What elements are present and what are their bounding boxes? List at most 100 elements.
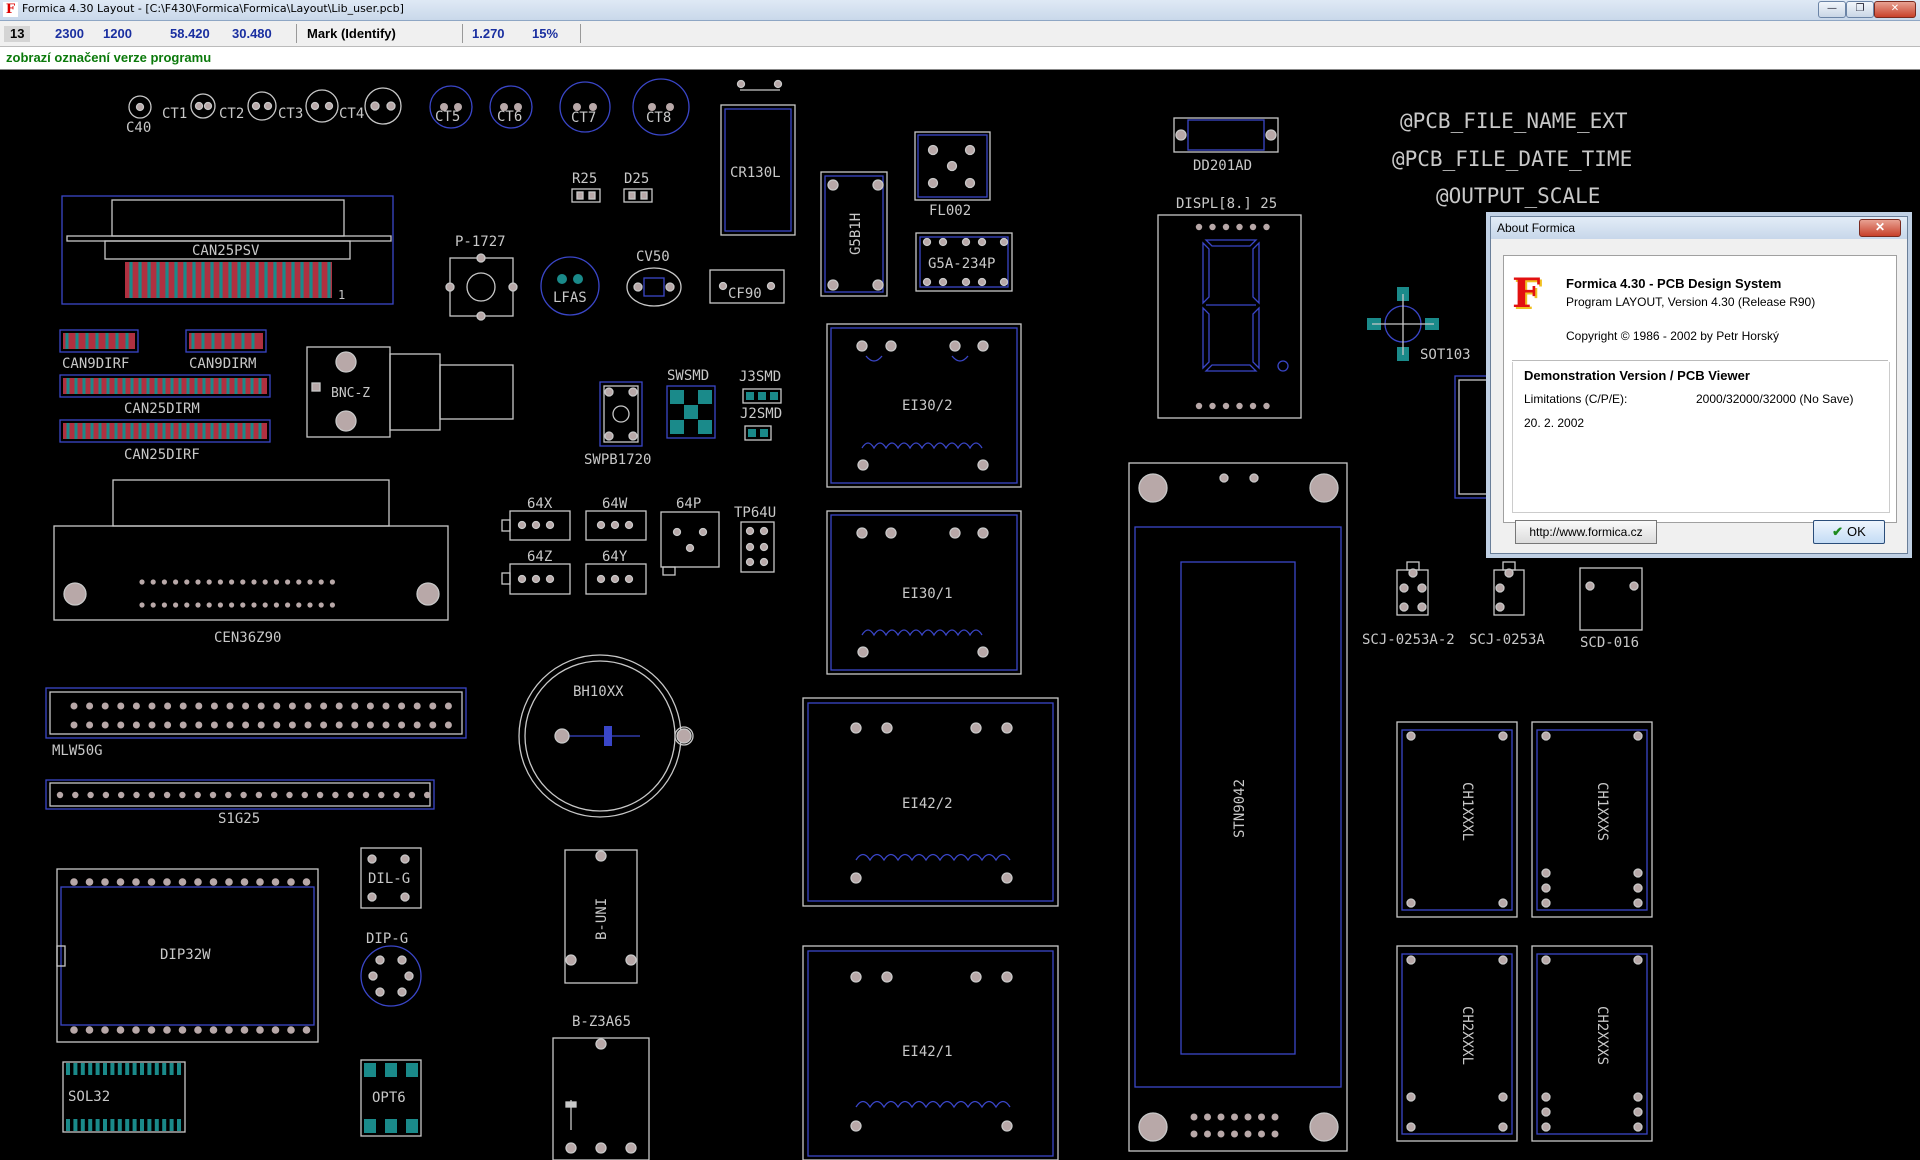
component-ch1xxxs[interactable]: CH1XXXS — [1531, 721, 1653, 918]
component-opt6[interactable]: OPT6 — [360, 1059, 422, 1137]
component-label: FL002 — [929, 203, 971, 219]
website-button[interactable]: http://www.formica.cz — [1515, 520, 1657, 544]
dialog-close-button[interactable]: ✕ — [1859, 219, 1901, 237]
pin-pad — [302, 1026, 311, 1034]
ok-button[interactable]: ✔ OK — [1813, 520, 1885, 544]
component-bh10xx[interactable]: BH10XX — [518, 654, 694, 818]
component-p-1727[interactable]: P-1727 — [445, 234, 518, 321]
component-r25[interactable]: R25 — [571, 171, 601, 203]
component-stn9042[interactable]: STN9042 — [1128, 462, 1348, 1152]
component-dil-g[interactable]: DIL-G — [360, 847, 422, 909]
component-label: CT5 — [435, 109, 460, 125]
component-scd-016[interactable]: SCD-016 — [1579, 567, 1643, 651]
component-dd201ad[interactable]: DD201AD — [1173, 117, 1279, 174]
component-s1g25[interactable]: S1G25 — [45, 779, 435, 827]
component-g5a-234p[interactable]: G5A-234P — [915, 232, 1013, 292]
component-swpb1720[interactable]: SWPB1720 — [584, 381, 651, 468]
pin-pad — [393, 791, 400, 799]
component-label: CH1XXXL — [1459, 782, 1475, 841]
layer-field[interactable]: 13 — [4, 26, 31, 42]
component-ct4[interactable]: CT4 — [339, 87, 402, 125]
component-ch2xxxs[interactable]: CH2XXXS — [1531, 945, 1653, 1142]
component-c40[interactable]: C40 — [126, 95, 152, 136]
component-dip32w[interactable]: DIP32W — [56, 868, 319, 1043]
pin-pad — [262, 579, 268, 585]
component-bnc-z[interactable]: BNC-Z — [306, 346, 514, 438]
pin-pad — [140, 1119, 144, 1131]
component-tp64u[interactable]: TP64U — [734, 505, 776, 573]
pin-pad — [209, 878, 218, 886]
component-can25dirf[interactable]: CAN25DIRF — [59, 419, 271, 463]
pin-pad — [1249, 402, 1257, 410]
close-button[interactable]: ✕ — [1874, 1, 1916, 18]
component-can25psv[interactable]: CAN25PSV 1 — [61, 195, 394, 305]
component-can9dirm[interactable]: CAN9DIRM — [185, 329, 267, 372]
pin-pad — [296, 602, 302, 608]
component-label: MLW50G — [52, 743, 103, 759]
component-can9dirf[interactable]: CAN9DIRF — [59, 329, 139, 372]
component-64p[interactable]: 64P — [660, 496, 720, 576]
pin-pad — [251, 579, 257, 585]
component-cr130l[interactable]: CR130L — [720, 79, 796, 236]
component-fl002[interactable]: FL002 — [914, 131, 991, 219]
pin-pad — [173, 602, 179, 608]
component-ch2xxxl[interactable]: CH2XXXL — [1396, 945, 1518, 1142]
component-displ[interactable]: DISPL[8.] 25 — [1157, 196, 1302, 419]
pin-pad — [288, 702, 296, 710]
component-sol32[interactable]: SOL32 — [62, 1061, 186, 1133]
component-label: G5B1H — [848, 213, 864, 255]
component-label: C40 — [126, 120, 151, 136]
component-ch1xxxl[interactable]: CH1XXXL — [1396, 721, 1518, 918]
component-cf90[interactable]: CF90 — [709, 269, 785, 304]
component-mlw50g[interactable]: MLW50G — [45, 687, 467, 759]
component-64y[interactable]: 64Y — [585, 549, 647, 595]
minimize-button[interactable]: — — [1818, 1, 1846, 18]
component-lfas[interactable]: LFAS — [540, 256, 600, 316]
component-ct5[interactable]: CT5 — [429, 85, 473, 129]
pin-pad — [125, 1063, 130, 1075]
component-64w[interactable]: 64W — [585, 496, 647, 541]
pin-pad — [217, 602, 223, 608]
component-can25dirm[interactable]: CAN25DIRM — [59, 374, 271, 417]
component-d25[interactable]: D25 — [623, 171, 653, 203]
component-b-z3a65[interactable]: B-Z3A65 — [552, 1014, 650, 1160]
component-ct6[interactable]: CT6 — [489, 85, 533, 129]
component-ct3[interactable]: CT3 — [278, 89, 339, 123]
restore-button[interactable]: ❐ — [1846, 1, 1874, 18]
component-sot103[interactable]: SOT103 — [1367, 287, 1471, 363]
component-ct7[interactable]: CT7 — [559, 81, 611, 133]
component-cen36z90[interactable]: CEN36Z90 — [53, 479, 449, 646]
component-ei42-1[interactable]: EI42/1 — [802, 945, 1059, 1160]
component-j3smd[interactable]: J3SMD — [739, 369, 782, 404]
component-scj-0253a[interactable]: SCJ-0253A — [1469, 561, 1545, 648]
pin-pad — [242, 721, 250, 729]
pin-pad — [178, 1026, 187, 1034]
pin-pad — [163, 878, 171, 886]
component-j2smd[interactable]: J2SMD — [740, 406, 782, 441]
pin-pad — [173, 579, 179, 585]
component-cv50[interactable]: CV50 — [626, 249, 682, 307]
component-ct8[interactable]: CT8 — [632, 78, 690, 136]
component-ei30-1[interactable]: EI30/1 — [826, 510, 1022, 675]
placeholder-output-scale: @OUTPUT_SCALE — [1436, 184, 1600, 208]
component-64z[interactable]: 64Z — [501, 549, 571, 595]
component-ei42-2[interactable]: EI42/2 — [802, 697, 1059, 907]
pin-pad — [161, 579, 167, 585]
component-label: CAN25DIRF — [124, 447, 200, 463]
pin-pad — [1204, 1113, 1211, 1121]
pin-pad — [179, 702, 187, 710]
component-dip-g[interactable]: DIP-G — [360, 931, 422, 1007]
pin-pad — [163, 791, 171, 799]
component-scj-0253a-2[interactable]: SCJ-0253A-2 — [1362, 561, 1455, 648]
component-ct1[interactable]: CT1 — [162, 93, 216, 122]
component-ct2[interactable]: CT2 — [219, 91, 277, 122]
component-label: SOL32 — [68, 1089, 110, 1105]
component-g5b1h[interactable]: G5B1H — [820, 171, 888, 297]
component-b-uni[interactable]: B-UNI — [564, 849, 638, 984]
pin-pad — [273, 602, 279, 608]
component-ei30-2[interactable]: EI30/2 — [826, 323, 1022, 488]
pin-pad — [320, 702, 328, 710]
pin-pad — [1231, 1130, 1238, 1138]
component-swsmd[interactable]: SWSMD — [666, 368, 716, 439]
component-64x[interactable]: 64X — [501, 496, 571, 541]
